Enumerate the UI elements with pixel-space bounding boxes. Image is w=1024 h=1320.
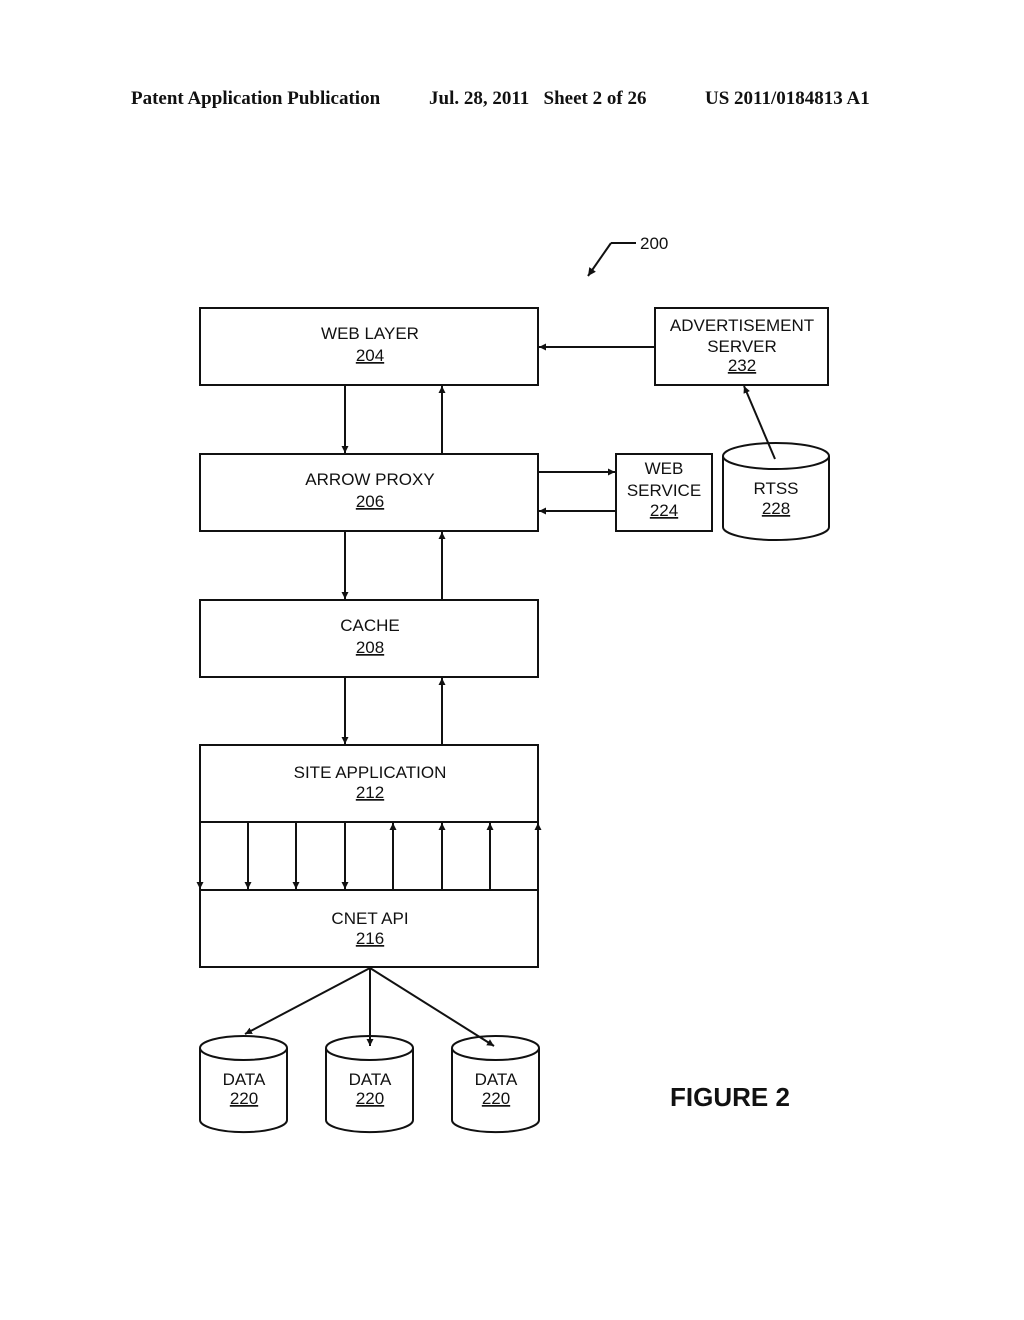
- web-service-ref: 224: [650, 501, 678, 520]
- advertisement-server-label-2: SERVER: [707, 337, 777, 356]
- figure-label: FIGURE 2: [670, 1082, 790, 1112]
- data-database-2: DATA 220: [325, 1035, 414, 1134]
- data-ref: 220: [230, 1089, 258, 1108]
- web-layer-box: WEB LAYER 204: [199, 307, 539, 386]
- cache-label: CACHE: [340, 616, 400, 635]
- cache-box: CACHE 208: [199, 599, 539, 678]
- cnet-api-box: CNET API 216: [199, 889, 539, 968]
- system-diagram: 200 WEB LAYER 204 ADVERTISEMENT SERVER 2…: [196, 234, 830, 1134]
- site-application-label: SITE APPLICATION: [294, 763, 447, 782]
- data-label: DATA: [475, 1070, 518, 1089]
- web-layer-label: WEB LAYER: [321, 324, 419, 343]
- advertisement-server-box: ADVERTISEMENT SERVER 232: [654, 307, 829, 386]
- arrow-proxy-box: ARROW PROXY 206: [199, 453, 539, 532]
- arrow-proxy-label: ARROW PROXY: [305, 470, 434, 489]
- reference-number: 200: [640, 234, 668, 253]
- arrow-api-to-data-1: [244, 967, 371, 1035]
- web-service-label-1: WEB: [645, 459, 684, 478]
- arrow-proxy-ref: 206: [356, 492, 384, 511]
- web-service-box: WEB SERVICE 224: [615, 453, 713, 532]
- web-service-label-2: SERVICE: [627, 481, 701, 500]
- advertisement-server-label-1: ADVERTISEMENT: [670, 316, 814, 335]
- reference-arrow: [587, 242, 612, 277]
- data-label: DATA: [349, 1070, 392, 1089]
- reference-200: 200: [587, 234, 668, 277]
- data-database-3: DATA 220: [451, 1035, 540, 1134]
- cnet-api-label: CNET API: [331, 909, 408, 928]
- cnet-api-ref: 216: [356, 929, 384, 948]
- site-application-box: SITE APPLICATION 212: [199, 744, 539, 823]
- data-label: DATA: [223, 1070, 266, 1089]
- web-layer-ref: 204: [356, 346, 384, 365]
- rtss-ref: 228: [762, 499, 790, 518]
- data-ref: 220: [356, 1089, 384, 1108]
- rtss-database: RTSS 228: [722, 442, 830, 541]
- advertisement-server-ref: 232: [728, 356, 756, 375]
- arrow-api-to-data-3: [369, 967, 495, 1047]
- cache-ref: 208: [356, 638, 384, 657]
- site-application-ref: 212: [356, 783, 384, 802]
- data-database-1: DATA 220: [199, 1035, 288, 1134]
- rtss-label: RTSS: [753, 479, 798, 498]
- data-ref: 220: [482, 1089, 510, 1108]
